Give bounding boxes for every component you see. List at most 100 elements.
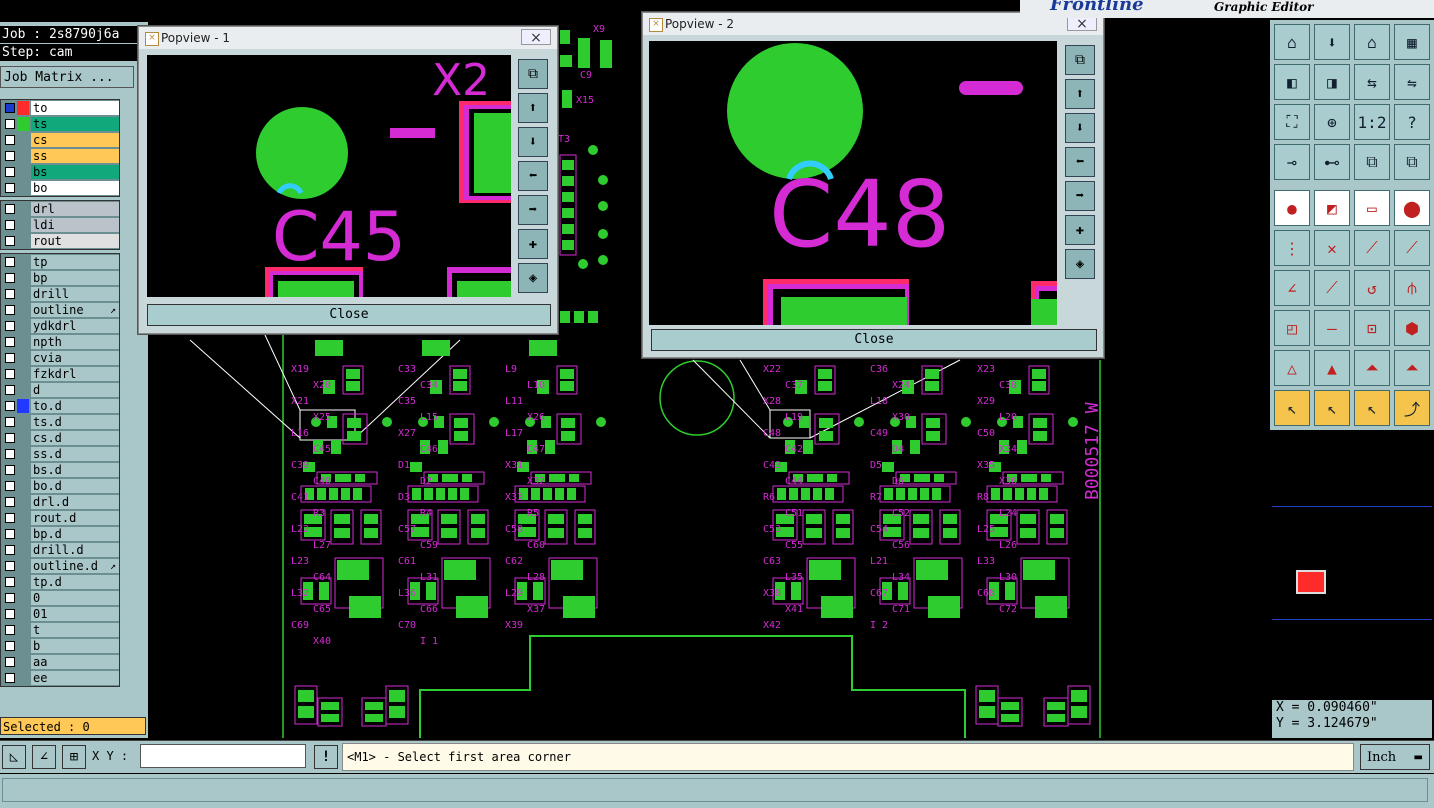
zoom-window-button[interactable]: ⧉ xyxy=(518,59,548,89)
layer-color-swatch[interactable] xyxy=(17,351,29,365)
path-icon[interactable]: ⤴ xyxy=(1394,390,1430,426)
layer-row[interactable]: bo xyxy=(1,180,119,196)
layer-row[interactable]: ydkdrl xyxy=(1,318,119,334)
tri3-icon[interactable]: ⏶ xyxy=(1354,350,1390,386)
layer-color-swatch[interactable] xyxy=(17,607,29,621)
layer-checkbox[interactable] xyxy=(5,385,15,395)
layer-color-swatch[interactable] xyxy=(17,319,29,333)
layer-checkbox[interactable] xyxy=(5,657,15,667)
layer-color-swatch[interactable] xyxy=(17,218,29,232)
house-icon[interactable]: ⌂ xyxy=(1354,24,1390,60)
pointer-icon[interactable]: ↖ xyxy=(1274,390,1310,426)
layer-row[interactable]: 0 xyxy=(1,590,119,606)
layer-color-swatch[interactable] xyxy=(17,655,29,669)
zoom-window-button[interactable]: ⧉ xyxy=(1065,45,1095,75)
shapes-icon[interactable]: ⬢ xyxy=(1394,310,1430,346)
layer-checkbox[interactable] xyxy=(5,401,15,411)
layer-checkbox[interactable] xyxy=(5,609,15,619)
layer-checkbox[interactable] xyxy=(5,545,15,555)
dot-icon[interactable]: ⬤ xyxy=(1394,190,1430,226)
layer-row[interactable]: to.d xyxy=(1,398,119,414)
layer-checkbox[interactable] xyxy=(5,529,15,539)
layer-row[interactable]: outline.d ↗ xyxy=(1,558,119,574)
warning-icon[interactable]: ! xyxy=(314,745,338,769)
layer-row[interactable]: fzkdrl xyxy=(1,366,119,382)
layer-row[interactable]: cvia xyxy=(1,350,119,366)
job-matrix-button[interactable]: Job Matrix ... xyxy=(0,66,134,88)
popview-2-close-button[interactable]: Close xyxy=(651,329,1097,351)
layer-checkbox[interactable] xyxy=(5,337,15,347)
center-icon[interactable]: ⊕ xyxy=(1314,104,1350,140)
layer-color-swatch[interactable] xyxy=(17,559,29,573)
zoom-in-button[interactable]: ✚ xyxy=(1065,215,1095,245)
layer-row[interactable]: drl.d xyxy=(1,494,119,510)
layer-checkbox[interactable] xyxy=(5,417,15,427)
tri2-icon[interactable]: ▲ xyxy=(1314,350,1350,386)
layer-row[interactable]: ss.d xyxy=(1,446,119,462)
layer-checkbox[interactable] xyxy=(5,561,15,571)
pan-right-button[interactable]: ➡ xyxy=(1065,181,1095,211)
popview-2-canvas[interactable]: C48 xyxy=(649,41,1057,325)
layer-color-swatch[interactable] xyxy=(17,447,29,461)
home-icon[interactable]: ⌂ xyxy=(1274,24,1310,60)
layer-checkbox[interactable] xyxy=(5,236,15,246)
layer-color-swatch[interactable] xyxy=(17,303,29,317)
layer-row[interactable]: npth xyxy=(1,334,119,350)
pan-left-button[interactable]: ⬅ xyxy=(1065,147,1095,177)
layer-row[interactable]: outline ↗ xyxy=(1,302,119,318)
layer-color-swatch[interactable] xyxy=(17,591,29,605)
layout-icon[interactable]: ▦ xyxy=(1394,24,1430,60)
layer-color-swatch[interactable] xyxy=(17,415,29,429)
layer-color-swatch[interactable] xyxy=(17,623,29,637)
layer-color-swatch[interactable] xyxy=(17,671,29,685)
pan-down-button[interactable]: ⬇ xyxy=(518,127,548,157)
layer-row[interactable]: to xyxy=(1,100,119,116)
layer-color-swatch[interactable] xyxy=(17,335,29,349)
cut-icon[interactable]: ◩ xyxy=(1314,190,1350,226)
select-pad-icon[interactable]: ● xyxy=(1274,190,1310,226)
layer-row[interactable]: ss xyxy=(1,148,119,164)
zoom-out-button[interactable]: ◈ xyxy=(1065,249,1095,279)
layer-checkbox[interactable] xyxy=(5,449,15,459)
probe-icon[interactable]: ⊷ xyxy=(1314,144,1350,180)
layer-checkbox[interactable] xyxy=(5,119,15,129)
layer-row[interactable]: aa xyxy=(1,654,119,670)
layer-checkbox[interactable] xyxy=(5,513,15,523)
layer-checkbox[interactable] xyxy=(5,204,15,214)
layer-color-swatch[interactable] xyxy=(17,431,29,445)
layer-row[interactable]: ldi xyxy=(1,217,119,233)
layer-color-swatch[interactable] xyxy=(17,527,29,541)
layer-row[interactable]: b xyxy=(1,638,119,654)
pan-right-button[interactable]: ➡ xyxy=(518,195,548,225)
layer-row[interactable]: bp.d xyxy=(1,526,119,542)
arc-icon[interactable]: ↺ xyxy=(1354,270,1390,306)
pan-right-icon[interactable]: ◨ xyxy=(1314,64,1350,100)
layer-row[interactable]: bs.d xyxy=(1,462,119,478)
ruler-icon[interactable]: ▭ xyxy=(1354,190,1390,226)
fit-icon[interactable]: ⛶ xyxy=(1274,104,1310,140)
layer-row[interactable]: drl xyxy=(1,201,119,217)
layer-checkbox[interactable] xyxy=(5,289,15,299)
layer-row[interactable]: ts xyxy=(1,116,119,132)
layer-checkbox[interactable] xyxy=(5,151,15,161)
box-icon[interactable]: ⊡ xyxy=(1354,310,1390,346)
layer-row[interactable]: 01 xyxy=(1,606,119,622)
layer-color-swatch[interactable] xyxy=(17,149,29,163)
zoom-out-button[interactable]: ◈ xyxy=(518,263,548,293)
layer-row[interactable]: drill.d xyxy=(1,542,119,558)
layer-row[interactable]: drill xyxy=(1,286,119,302)
layer-row[interactable]: tp xyxy=(1,254,119,270)
layer-checkbox[interactable] xyxy=(5,321,15,331)
layer-color-swatch[interactable] xyxy=(17,463,29,477)
layer-checkbox[interactable] xyxy=(5,641,15,651)
layer-row[interactable]: cs.d xyxy=(1,430,119,446)
layer-color-swatch[interactable] xyxy=(17,383,29,397)
pointer3-icon[interactable]: ↖ xyxy=(1354,390,1390,426)
layer-checkbox[interactable] xyxy=(5,220,15,230)
help-icon[interactable]: ? xyxy=(1394,104,1430,140)
connect-icon[interactable]: ⟋ xyxy=(1354,230,1390,266)
layer-checkbox[interactable] xyxy=(5,273,15,283)
zoom-in-button[interactable]: ✚ xyxy=(518,229,548,259)
pan-up-button[interactable]: ⬆ xyxy=(518,93,548,123)
popview-1-canvas[interactable]: X2 C45 xyxy=(147,55,511,297)
